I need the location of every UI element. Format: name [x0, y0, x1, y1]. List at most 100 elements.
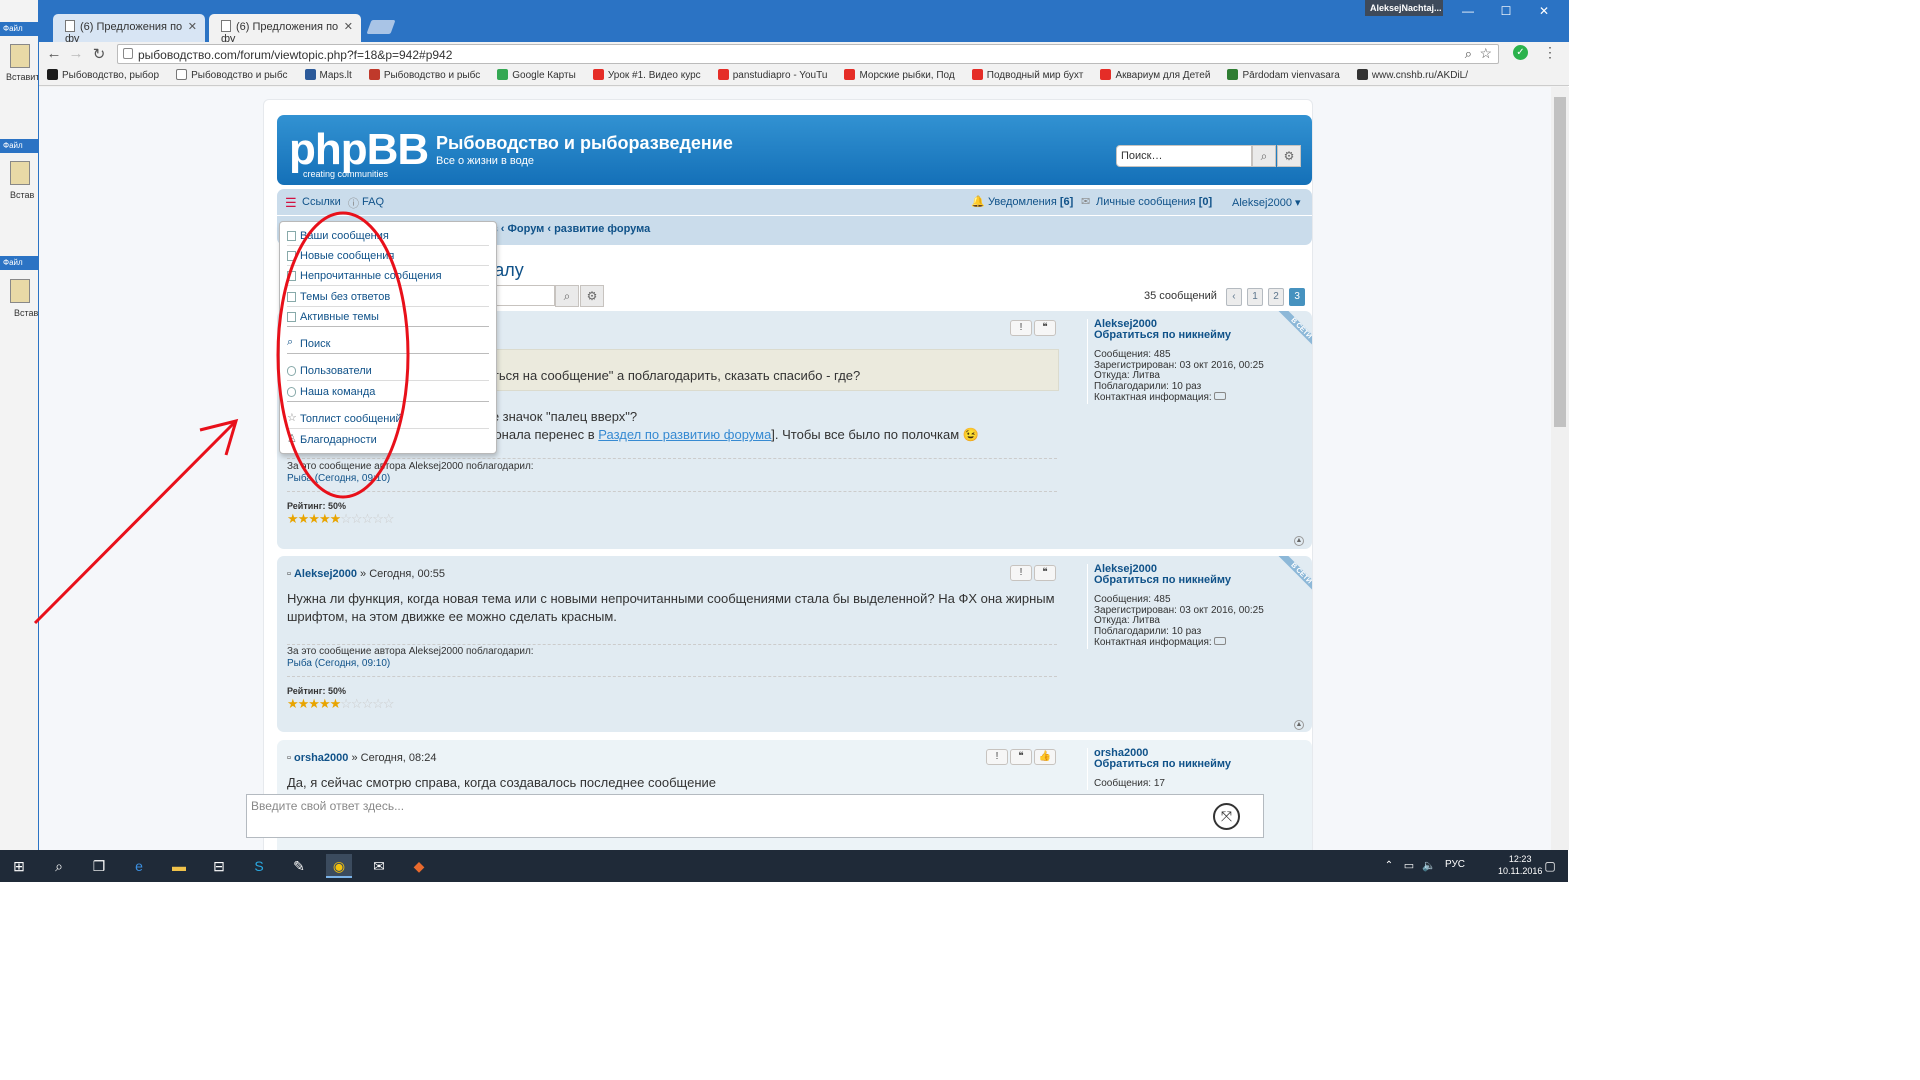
bookmark-item[interactable]: www.cnshb.ru/AKDiL/ — [1356, 69, 1468, 81]
quote-button[interactable]: ❝ — [1010, 749, 1032, 765]
bookmark-item[interactable]: Pārdodam vienvasara — [1227, 69, 1340, 81]
menu-item-unread-posts[interactable]: Непрочитанные сообщения — [287, 267, 489, 286]
bookmark-item[interactable]: Подводный мир бухт — [971, 69, 1083, 81]
paste-icon-3[interactable] — [10, 279, 30, 303]
file-tab-2[interactable]: Файл — [0, 139, 40, 153]
bookmark-item[interactable]: Maps.lt — [304, 69, 352, 81]
thanks-user[interactable]: Рыба (Сегодня, 09:10) — [287, 473, 390, 485]
report-button[interactable]: ! — [1010, 320, 1032, 336]
notifications-link[interactable]: Уведомления [6] — [988, 196, 1073, 208]
user-menu[interactable]: Aleksej2000 ▾ — [1232, 196, 1301, 209]
file-tab[interactable]: Файл — [0, 22, 40, 36]
prev-page-icon[interactable]: ‹ — [1225, 288, 1242, 306]
menu-item-thanks[interactable]: ♙ Благодарности — [287, 431, 489, 450]
task-view-icon[interactable]: ❐ — [86, 854, 112, 878]
browser-tab-1[interactable]: (6) Предложения по фу ✕ — [53, 14, 205, 45]
menu-item-your-posts[interactable]: Ваши сообщения — [287, 227, 489, 246]
private-messages-link[interactable]: Личные сообщения [0] — [1096, 196, 1212, 208]
post-author[interactable]: Aleksej2000 — [294, 568, 357, 580]
username-link[interactable]: orsha2000 — [1094, 748, 1302, 759]
hamburger-icon[interactable]: ☰ — [285, 195, 297, 211]
faq-link[interactable]: FAQ — [362, 196, 384, 208]
topic-search-icon[interactable]: ⌕ — [555, 285, 579, 307]
store-icon[interactable]: ⊟ — [206, 854, 232, 878]
clock[interactable]: 12:23 10.11.2016 — [1498, 853, 1542, 877]
language-indicator[interactable]: РУС — [1445, 859, 1465, 870]
file-tab-3[interactable]: Файл — [0, 256, 40, 270]
mail-app-icon[interactable]: ✉ — [366, 854, 392, 878]
bookmark-star-icon[interactable]: ☆ — [1479, 45, 1492, 62]
bookmark-item[interactable]: Рыбоводство и рыбс — [368, 69, 480, 81]
page-link[interactable]: 2 — [1268, 288, 1285, 306]
forum-search-input[interactable]: Поиск… — [1116, 145, 1252, 167]
menu-item-active-topics[interactable]: Активные темы — [287, 308, 489, 327]
menu-item-team[interactable]: Наша команда — [287, 383, 489, 402]
close-tab-icon[interactable]: ✕ — [344, 20, 353, 33]
zoom-icon[interactable]: ⌕ — [1465, 46, 1472, 62]
forum-section-link[interactable]: Раздел по развитию форума — [598, 427, 771, 442]
bookmark-item[interactable]: Google Карты — [497, 69, 576, 81]
quote-button[interactable]: ❝ — [1034, 565, 1056, 581]
volume-icon[interactable]: 🔈 — [1420, 854, 1438, 878]
menu-icon[interactable]: ⋮ — [1543, 44, 1557, 61]
paste-icon[interactable] — [10, 44, 30, 68]
menu-item-top-posts[interactable]: ☆ Топлист сообщений — [287, 410, 489, 429]
contact-icon[interactable] — [1214, 392, 1227, 400]
advanced-search-gear-icon[interactable]: ⚙ — [1277, 145, 1301, 167]
page-info-icon[interactable] — [123, 48, 133, 59]
search-icon[interactable]: ⌕ — [46, 854, 72, 878]
menu-item-new-posts[interactable]: Новые сообщения — [287, 247, 489, 266]
back-icon[interactable]: ← — [45, 45, 63, 62]
report-button[interactable]: ! — [1010, 565, 1032, 581]
thumbs-up-icon[interactable]: 👍 — [1034, 749, 1056, 765]
report-button[interactable]: ! — [986, 749, 1008, 765]
browser-tab-2[interactable]: (6) Предложения по фу ✕ — [209, 14, 361, 45]
bookmark-item[interactable]: Урок #1. Видео курс — [592, 69, 701, 81]
close-window-button[interactable]: ✕ — [1529, 4, 1559, 20]
skype-icon[interactable]: S — [246, 854, 272, 878]
rating-stars[interactable]: ★★★★★☆☆☆☆☆ — [287, 696, 395, 712]
paint-icon[interactable]: ✎ — [286, 854, 312, 878]
expand-editor-icon[interactable]: ⤧ — [1213, 803, 1240, 830]
chrome-icon[interactable]: ◉ — [326, 854, 352, 878]
menu-item-members[interactable]: Пользователи — [287, 362, 489, 381]
page-link[interactable]: 1 — [1246, 288, 1263, 306]
bookmark-item[interactable]: Морские рыбки, Под — [844, 69, 955, 81]
new-tab-button[interactable] — [366, 20, 396, 34]
back-to-top-icon[interactable]: ▲ — [1294, 536, 1304, 546]
minimize-button[interactable]: — — [1453, 4, 1483, 20]
tray-chevron-icon[interactable]: ⌃ — [1380, 854, 1398, 878]
forward-icon[interactable]: → — [67, 45, 85, 62]
thanks-user[interactable]: Рыба (Сегодня, 09:10) — [287, 658, 390, 670]
bookmark-item[interactable]: Аквариум для Детей — [1100, 69, 1210, 81]
extension-check-icon[interactable]: ✓ — [1513, 45, 1528, 60]
file-explorer-icon[interactable]: ▬ — [166, 854, 192, 878]
address-bar[interactable]: рыбоводство.com/forum/viewtopic.php?f=18… — [117, 44, 1499, 64]
topic-search-gear-icon[interactable]: ⚙ — [580, 285, 604, 307]
quote-button[interactable]: ❝ — [1034, 320, 1056, 336]
scrollbar-thumb[interactable] — [1554, 97, 1566, 427]
bookmark-item[interactable]: Рыбоводство и рыбс — [176, 69, 287, 81]
close-tab-icon[interactable]: ✕ — [188, 20, 197, 33]
back-to-top-icon[interactable]: ▲ — [1294, 720, 1304, 730]
menu-item-unanswered[interactable]: Темы без ответов — [287, 288, 489, 307]
site-logo[interactable]: phpBB creating communities — [289, 125, 429, 179]
rating-stars[interactable]: ★★★★★☆☆☆☆☆ — [287, 511, 395, 527]
bookmark-item[interactable]: Рыбоводство, рыбор — [47, 69, 159, 81]
action-center-icon[interactable]: ▢ — [1540, 854, 1560, 878]
start-icon[interactable]: ⊞ — [6, 854, 32, 878]
profile-label[interactable]: AleksejNachtaj... — [1365, 0, 1443, 16]
quick-reply-textarea[interactable]: Введите свой ответ здесь... — [246, 794, 1264, 838]
quick-links-button[interactable]: Ссылки — [302, 196, 341, 208]
network-icon[interactable]: ▭ — [1400, 854, 1418, 878]
menu-item-search[interactable]: ⌕ Поиск — [287, 335, 489, 354]
post-author[interactable]: orsha2000 — [294, 752, 348, 764]
app-icon[interactable]: ◆ — [406, 854, 432, 878]
paste-icon-2[interactable] — [10, 161, 30, 185]
bookmark-item[interactable]: panstudiapro - YouTu — [717, 69, 827, 81]
reload-icon[interactable]: ↻ — [90, 45, 108, 63]
edge-icon[interactable]: e — [126, 854, 152, 878]
search-icon[interactable]: ⌕ — [1252, 145, 1276, 167]
mention-link[interactable]: Обратиться по никнейму — [1094, 758, 1302, 770]
maximize-button[interactable]: ☐ — [1491, 4, 1521, 20]
